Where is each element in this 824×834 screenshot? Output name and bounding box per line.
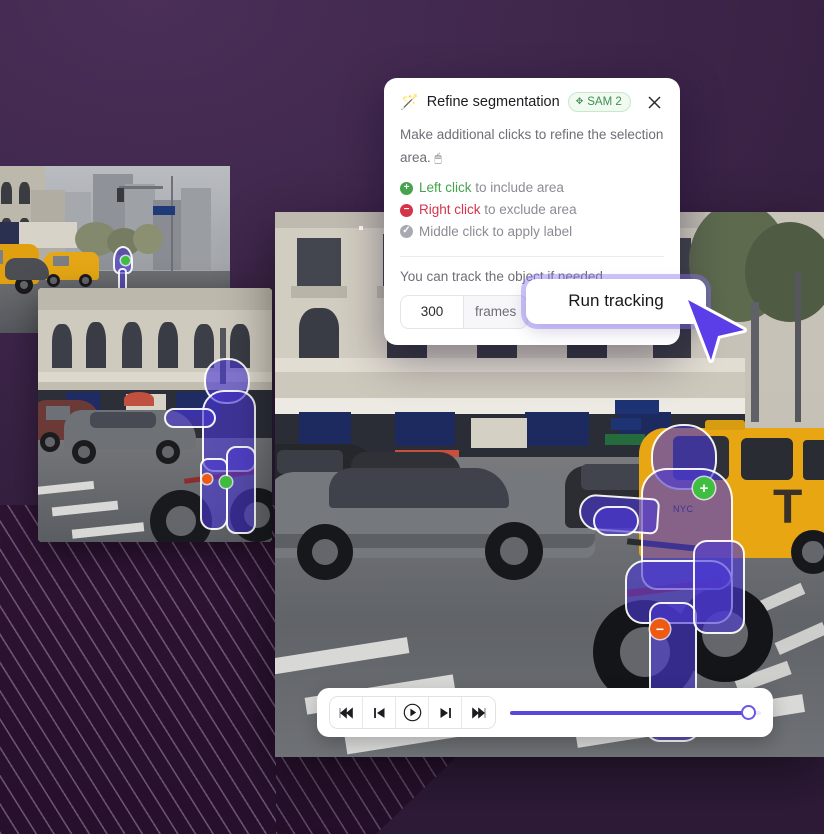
hint-left-click: + Left click to include area — [400, 177, 664, 199]
magic-wand-icon: 🪄 — [400, 93, 419, 111]
frames-input-group: frames — [400, 294, 529, 329]
middle-click-rest: to apply label — [488, 224, 573, 240]
include-marker-thumb-mid[interactable] — [220, 476, 232, 488]
close-icon[interactable] — [644, 92, 664, 112]
mouse-cursor-icon — [684, 296, 750, 366]
exclude-mark-icon: − — [400, 203, 413, 217]
frame-thumbnail-mid[interactable] — [38, 288, 272, 542]
exclude-marker-thumb-mid[interactable] — [202, 474, 212, 484]
hint-right-click: − Right click to exclude area — [400, 199, 664, 221]
scrub-handle[interactable] — [740, 705, 756, 720]
scrub-progress-fill — [510, 710, 749, 715]
sam-model-badge: ✥ SAM 2 — [567, 92, 631, 112]
panel-divider — [400, 255, 664, 257]
hint-middle-click: ✓ Middle click to apply label — [400, 221, 664, 243]
run-tracking-button[interactable]: Run tracking — [526, 278, 706, 324]
left-click-label: Left click — [419, 180, 472, 196]
panel-title: Refine segmentation — [426, 94, 560, 110]
play-button[interactable] — [396, 697, 429, 728]
right-click-rest: to exclude area — [480, 202, 577, 218]
label-mark-icon: ✓ — [400, 225, 413, 239]
taxi-glyph: T — [773, 481, 803, 534]
panel-body: Make additional clicks to refine the sel… — [400, 124, 664, 243]
next-frame-button[interactable] — [429, 697, 462, 728]
right-click-label: Right click — [419, 202, 481, 218]
transport-button-group — [329, 696, 496, 729]
skip-to-end-button[interactable] — [462, 697, 495, 728]
sam-badge-label: SAM 2 — [587, 95, 622, 108]
middle-click-label: Middle click — [419, 224, 489, 240]
decorative-stripes-left — [0, 505, 300, 834]
refine-segmentation-panel: 🪄 Refine segmentation ✥ SAM 2 Make addit… — [384, 78, 706, 345]
sparkle-icon: ✥ — [575, 96, 584, 107]
exclude-marker-main[interactable]: − — [650, 619, 670, 639]
frames-unit-label: frames — [463, 295, 528, 328]
left-click-rest: to include area — [471, 180, 564, 196]
panel-header: 🪄 Refine segmentation ✥ SAM 2 — [400, 92, 664, 112]
skip-to-start-button[interactable] — [330, 697, 363, 728]
include-mark-icon: + — [400, 181, 413, 195]
tracking-controls-row: frames Run tracking — [400, 278, 706, 329]
include-marker-main[interactable]: + — [693, 477, 715, 499]
frames-input[interactable] — [401, 295, 463, 328]
video-playback-controls — [317, 688, 773, 737]
cursor-click-icon: 🖱 — [434, 150, 442, 165]
include-marker-thumb-top[interactable] — [121, 256, 130, 265]
previous-frame-button[interactable] — [363, 697, 396, 728]
scrub-bar[interactable] — [510, 705, 761, 721]
